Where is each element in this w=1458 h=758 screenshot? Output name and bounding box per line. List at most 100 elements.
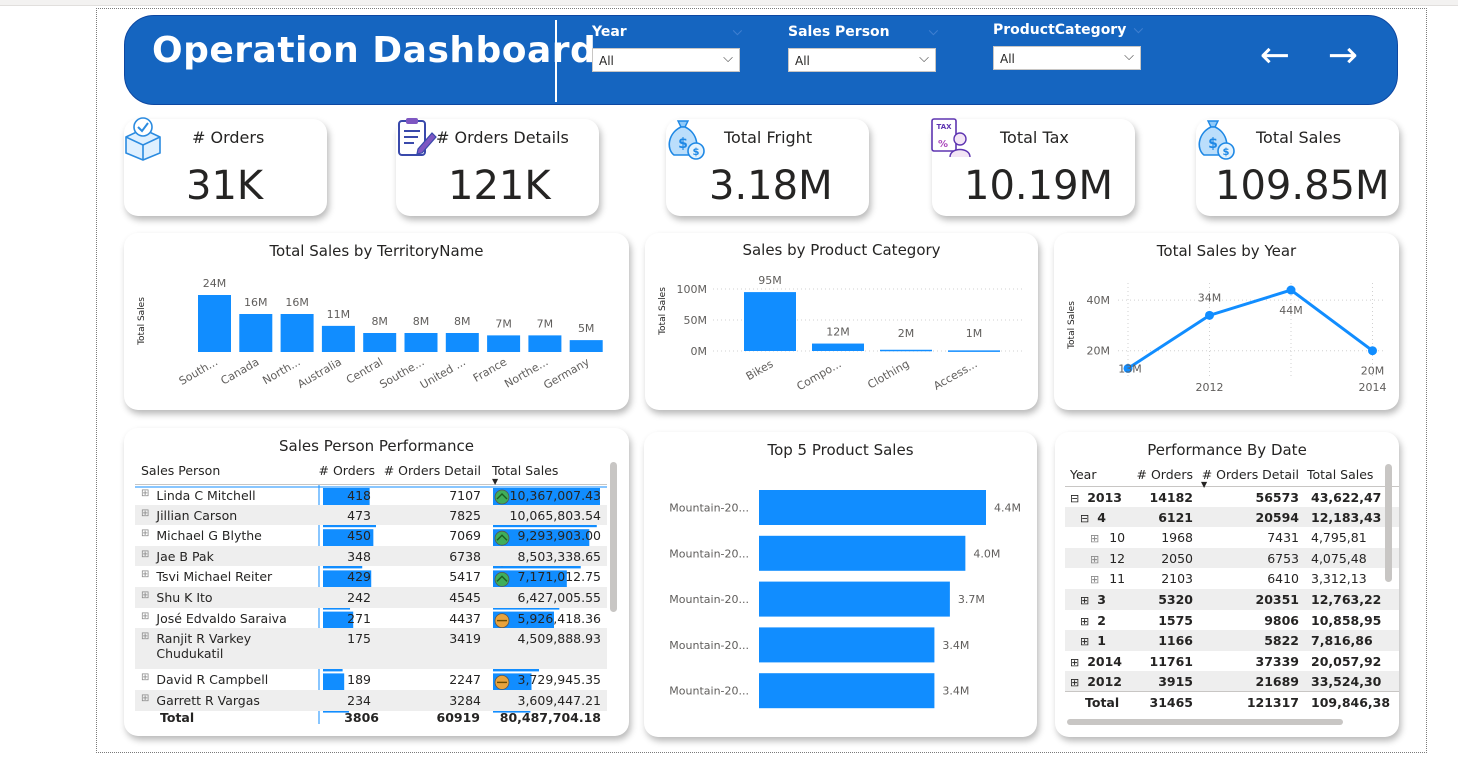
table-row[interactable]: ⊞ 1 1166 5822 7,816,86	[1065, 630, 1399, 651]
expand-icon[interactable]: ⊞	[1090, 532, 1099, 545]
table-row[interactable]: ⊞ Shu K Ito 242 4545 6,427,005.55	[135, 586, 607, 608]
column-header-total-sales[interactable]: Total Sales	[1299, 464, 1399, 486]
kpi-title: Total Fright	[724, 128, 813, 147]
column-header-total-sales[interactable]: Total Sales ▼	[484, 460, 607, 486]
expand-icon[interactable]: ⊞	[141, 672, 149, 683]
x-tick-label: Access...	[931, 357, 979, 392]
x-tick-label: United ...	[418, 355, 468, 391]
expand-icon[interactable]: ⊞	[1080, 594, 1089, 607]
year-cell: ⊞ 3	[1065, 589, 1131, 610]
orders-cell: 1968	[1161, 530, 1193, 546]
data-label: 3.4M	[942, 639, 969, 652]
expand-icon[interactable]: ⊞	[141, 528, 149, 539]
sales-person-name: David R Campbell	[156, 672, 269, 688]
expand-icon[interactable]: ⊞	[1090, 573, 1099, 586]
expand-icon[interactable]: ⊞	[141, 611, 149, 622]
orders-detail-cell: 9806	[1264, 612, 1299, 628]
year-cell: ⊞ 12	[1065, 548, 1131, 569]
table-row[interactable]: ⊞ Tsvi Michael Reiter 429 5417 7,171,012.75	[135, 566, 607, 587]
table-row[interactable]: ⊞ Jillian Carson 473 7825 10,065,803.54	[135, 504, 607, 526]
orders-detail-cell: 56573	[1255, 489, 1300, 505]
y-tick-label: 0M	[691, 345, 708, 358]
total-sales: 80,487,704.18	[499, 710, 601, 725]
row-label: 12	[1109, 550, 1126, 566]
expand-icon[interactable]: ⊞	[1090, 553, 1099, 566]
orders-detail-cell: 21689	[1255, 674, 1300, 690]
sales-by-year-card: Total Sales by Year Total Sales 20M 40M 13M…	[1054, 233, 1399, 410]
table-row[interactable]: ⊞ 12 2050 6753 4,075,48	[1065, 547, 1399, 569]
column-header-orders-detail[interactable]: # Orders Detail ▼	[1193, 464, 1299, 489]
expand-icon[interactable]: ⊞	[1070, 656, 1079, 669]
y-tick-label: 50M	[684, 314, 708, 327]
table-row[interactable]: ⊟ 4 6121 20594 12,183,43	[1065, 506, 1399, 528]
chevron-down-icon[interactable]: ⌵	[1134, 22, 1143, 37]
column-header-orders[interactable]: # Orders	[315, 460, 377, 484]
chevron-down-icon: ⌵	[723, 51, 733, 66]
product-category-dropdown[interactable]: All ⌵	[993, 46, 1141, 70]
expand-icon[interactable]: ⊞	[141, 488, 149, 499]
sales-person-cell: ⊞ Garrett R Vargas	[135, 690, 315, 711]
expand-icon[interactable]: ⊞	[1070, 676, 1079, 689]
sales-person-name: José Edvaldo Saraiva	[156, 610, 287, 626]
table-row[interactable]: ⊟ 2013 14182 56573 43,622,47	[1065, 486, 1399, 507]
column-header-orders[interactable]: # Orders	[1131, 464, 1193, 486]
table-row[interactable]: ⊞ Jae B Pak 348 6738 8,503,338.65	[135, 545, 607, 567]
sort-desc-icon: ▼	[1201, 480, 1208, 489]
table-row[interactable]: ⊞ 2012 3915 21689 33,524,30	[1065, 671, 1399, 692]
collapse-icon[interactable]: ⊟	[1070, 492, 1079, 505]
svg-text:TAX: TAX	[936, 123, 952, 131]
orders-detail-cell: 20351	[1255, 591, 1300, 607]
chevron-down-icon[interactable]: ⌵	[929, 24, 938, 39]
expand-icon[interactable]: ⊞	[141, 631, 149, 642]
table-row[interactable]: ⊞ Ranjit R Varkey Chudukatil 175 3419 4,509,…	[135, 628, 607, 670]
kpi-value: 121K	[448, 163, 551, 209]
expand-icon[interactable]: ⊞	[141, 693, 149, 704]
collapse-icon[interactable]: ⊟	[1080, 512, 1089, 525]
vertical-scrollbar[interactable]	[1385, 464, 1392, 582]
sales-person-cell: ⊞ José Edvaldo Saraiva	[135, 608, 315, 629]
table-row[interactable]: ⊞ José Edvaldo Saraiva 271 4437 5,926,418.36	[135, 608, 607, 629]
bar	[528, 335, 562, 352]
total-sales-cell: 4,509,888.93	[517, 631, 602, 647]
column-header-sales-person[interactable]: Sales Person	[135, 460, 315, 484]
forward-arrow-icon[interactable]: →	[1321, 36, 1365, 80]
territory-sales-card: Total Sales by TerritoryName Total Sales…	[124, 233, 629, 410]
kpi-value: 3.18M	[709, 163, 833, 209]
x-tick-label: Clothing	[865, 357, 911, 391]
expand-icon[interactable]: ⊞	[141, 508, 149, 519]
bar	[487, 335, 521, 352]
table-row[interactable]: ⊞ 3 5320 20351 12,763,22	[1065, 588, 1399, 610]
column-header-year[interactable]: Year	[1065, 464, 1131, 486]
data-label: 34M	[1198, 291, 1222, 304]
row-label: 10	[1109, 530, 1126, 546]
orders-detail-cell: 37339	[1255, 653, 1300, 669]
table-row[interactable]: ⊞ 2 1575 9806 10,858,95	[1065, 610, 1399, 631]
table-row[interactable]: ⊞ Michael G Blythe 450 7069 9,293,903.00	[135, 525, 607, 546]
expand-icon[interactable]: ⊞	[1080, 615, 1089, 628]
table-row[interactable]: ⊞ 11 2103 6410 3,312,13	[1065, 568, 1399, 589]
orders-cell: 31465	[1149, 695, 1194, 711]
sales-person-dropdown[interactable]: All ⌵	[788, 48, 936, 72]
expand-icon[interactable]: ⊞	[141, 569, 149, 580]
expand-icon[interactable]: ⊞	[141, 549, 149, 560]
sales-person-name: Garrett R Vargas	[156, 692, 260, 708]
orders-detail-cell: 7825	[449, 507, 481, 523]
x-tick-label: South...	[177, 355, 220, 387]
table-row[interactable]: ⊞ 10 1968 7431 4,795,81	[1065, 527, 1399, 548]
expand-icon[interactable]: ⊞	[141, 590, 149, 601]
total-sales-cell: 33,524,30	[1311, 674, 1382, 690]
expand-icon[interactable]: ⊞	[1080, 635, 1089, 648]
table-row[interactable]: ⊞ Garrett R Vargas 234 3284 3,609,447.21	[135, 689, 607, 711]
table-row[interactable]: ⊞ 2014 11761 37339 20,057,92	[1065, 651, 1399, 672]
chevron-down-icon[interactable]: ⌵	[733, 24, 742, 39]
back-arrow-icon[interactable]: ←	[1253, 36, 1297, 80]
ribbon-strip	[0, 0, 1458, 6]
horizontal-scrollbar[interactable]	[1067, 719, 1343, 725]
table-row[interactable]: ⊞ David R Campbell 189 2247 3,729,945.35	[135, 669, 607, 690]
year-dropdown[interactable]: All ⌵	[592, 48, 740, 72]
x-tick-label: Southe...	[377, 355, 426, 391]
slicer-product-category: ProductCategory ⌵ All ⌵	[993, 22, 1143, 70]
table-row[interactable]: ⊞ Linda C Mitchell 418 7107 10,367,007.43	[135, 484, 607, 505]
total-sales-cell: 6,427,005.55	[517, 589, 602, 605]
column-header-orders-detail[interactable]: # Orders Detail	[377, 460, 484, 484]
